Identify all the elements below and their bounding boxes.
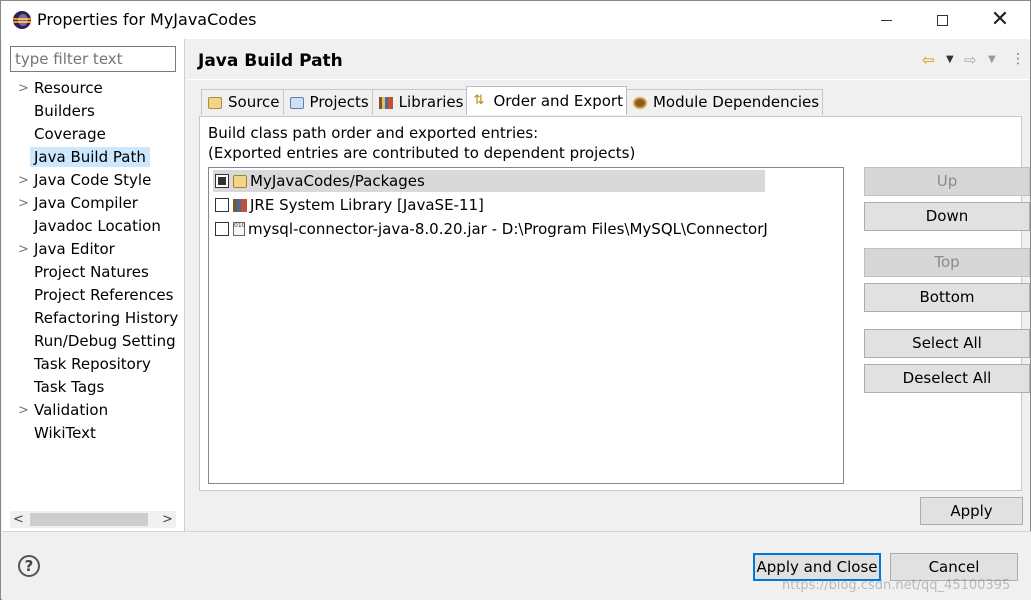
sidebar-item-task-tags[interactable]: Task Tags bbox=[2, 376, 185, 399]
scroll-left-icon[interactable]: < bbox=[10, 511, 27, 528]
maximize-button[interactable] bbox=[919, 1, 965, 39]
chevron-right-icon[interactable]: > bbox=[18, 399, 29, 422]
package-folder-icon bbox=[233, 174, 247, 188]
projects-icon bbox=[289, 96, 304, 109]
description: Build class path order and exported entr… bbox=[208, 123, 635, 163]
sidebar-item-run-debug-setting[interactable]: Run/Debug Setting bbox=[2, 330, 185, 353]
dialog-footer: ? Apply and Close Cancel https://blog.cs… bbox=[2, 531, 1031, 600]
order-export-page: Build class path order and exported entr… bbox=[199, 116, 1030, 491]
list-item[interactable]: MyJavaCodes/Packages bbox=[213, 170, 765, 192]
tab-module-dependencies[interactable]: Module Dependencies bbox=[625, 89, 824, 115]
sidebar-item-refactoring-history[interactable]: Refactoring History bbox=[2, 307, 185, 330]
tab-bar: Source Projects Libraries ⇅ Order and Exp… bbox=[201, 86, 824, 115]
chevron-right-icon[interactable]: > bbox=[18, 169, 29, 192]
minimize-icon bbox=[880, 19, 892, 21]
sidebar-item-coverage[interactable]: Coverage bbox=[2, 123, 185, 146]
sidebar-item-java-code-style[interactable]: > Java Code Style bbox=[2, 169, 185, 192]
top-button[interactable]: Top bbox=[864, 248, 1030, 277]
scroll-right-icon[interactable]: > bbox=[159, 511, 176, 528]
minimize-button[interactable] bbox=[863, 1, 909, 39]
preference-tree: > Resource Builders Coverage Java Build P… bbox=[2, 77, 185, 445]
list-item[interactable]: JRE System Library [JavaSE-11] bbox=[213, 194, 765, 216]
apply-and-close-button[interactable]: Apply and Close bbox=[753, 553, 881, 581]
sidebar-item-wikitext[interactable]: WikiText bbox=[2, 422, 185, 445]
page-title: Java Build Path bbox=[198, 51, 343, 71]
window-title: Properties for MyJavaCodes bbox=[37, 10, 257, 29]
chevron-right-icon[interactable]: > bbox=[18, 238, 29, 261]
divider bbox=[186, 79, 1030, 80]
forward-dropdown-icon[interactable]: ▼ bbox=[988, 54, 996, 65]
down-button[interactable]: Down bbox=[864, 202, 1030, 231]
sidebar-item-java-build-path[interactable]: Java Build Path bbox=[2, 146, 185, 169]
sidebar-item-builders[interactable]: Builders bbox=[2, 100, 185, 123]
chevron-right-icon[interactable]: > bbox=[18, 192, 29, 215]
title-bar: Properties for MyJavaCodes ✕ bbox=[1, 1, 1030, 39]
close-button[interactable]: ✕ bbox=[977, 1, 1023, 39]
eclipse-icon bbox=[13, 11, 31, 29]
export-checkbox[interactable] bbox=[215, 198, 229, 212]
tab-source[interactable]: Source bbox=[201, 89, 284, 115]
properties-dialog: Properties for MyJavaCodes ✕ >Resource B… bbox=[0, 0, 1031, 600]
classpath-entries-list[interactable]: MyJavaCodes/Packages JRE System Library … bbox=[208, 167, 844, 484]
sidebar-item-validation[interactable]: > Validation bbox=[2, 399, 185, 422]
module-icon bbox=[632, 96, 647, 109]
export-checkbox[interactable] bbox=[215, 222, 229, 236]
chevron-right-icon[interactable]: > bbox=[18, 77, 29, 100]
export-checkbox[interactable] bbox=[215, 174, 229, 188]
help-icon[interactable]: ? bbox=[18, 555, 40, 577]
main-panel: Java Build Path ⇦ ▼ ⇨ ▼ ⋮ Source Project… bbox=[186, 39, 1030, 531]
deselect-all-button[interactable]: Deselect All bbox=[864, 364, 1030, 393]
sidebar-item-java-editor[interactable]: > Java Editor bbox=[2, 238, 185, 261]
source-folder-icon bbox=[208, 96, 222, 109]
tab-projects[interactable]: Projects bbox=[282, 89, 373, 115]
forward-arrow-icon[interactable]: ⇨ bbox=[964, 51, 977, 69]
jar-icon: 010 bbox=[233, 222, 245, 236]
sidebar-item-java-compiler[interactable]: > Java Compiler bbox=[2, 192, 185, 215]
description-line-1: Build class path order and exported entr… bbox=[208, 124, 539, 142]
back-arrow-icon[interactable]: ⇦ bbox=[922, 51, 935, 69]
cancel-button[interactable]: Cancel bbox=[890, 553, 1018, 581]
bottom-button[interactable]: Bottom bbox=[864, 283, 1030, 312]
select-all-button[interactable]: Select All bbox=[864, 329, 1030, 358]
jre-library-icon bbox=[233, 198, 247, 212]
apply-button[interactable]: Apply bbox=[920, 497, 1023, 525]
filter-input[interactable] bbox=[10, 46, 176, 72]
up-button[interactable]: Up bbox=[864, 167, 1030, 196]
tab-order-and-export[interactable]: ⇅ Order and Export bbox=[466, 86, 627, 115]
sidebar: >Resource Builders Coverage Java Build P… bbox=[2, 39, 185, 531]
libraries-icon bbox=[378, 96, 393, 109]
list-item[interactable]: 010 mysql-connector-java-8.0.20.jar - D:… bbox=[213, 218, 768, 240]
sidebar-item-project-references[interactable]: Project References bbox=[2, 284, 185, 307]
order-export-icon: ⇅ bbox=[473, 93, 485, 108]
tab-libraries[interactable]: Libraries bbox=[371, 89, 468, 115]
sidebar-item-project-natures[interactable]: Project Natures bbox=[2, 261, 185, 284]
sidebar-item-javadoc-location[interactable]: Javadoc Location bbox=[2, 215, 185, 238]
close-icon: ✕ bbox=[990, 7, 1010, 32]
horizontal-scrollbar[interactable]: < > bbox=[10, 511, 176, 528]
back-dropdown-icon[interactable]: ▼ bbox=[946, 54, 954, 65]
scrollbar-thumb[interactable] bbox=[30, 513, 148, 526]
description-line-2: (Exported entries are contributed to dep… bbox=[208, 144, 636, 162]
maximize-icon bbox=[936, 14, 948, 26]
more-options-icon[interactable]: ⋮ bbox=[1011, 51, 1025, 67]
sidebar-item-task-repository[interactable]: Task Repository bbox=[2, 353, 185, 376]
watermark: https://blog.csdn.net/qq_45100395 bbox=[782, 578, 1011, 593]
sidebar-item-resource[interactable]: > Resource bbox=[2, 77, 185, 100]
